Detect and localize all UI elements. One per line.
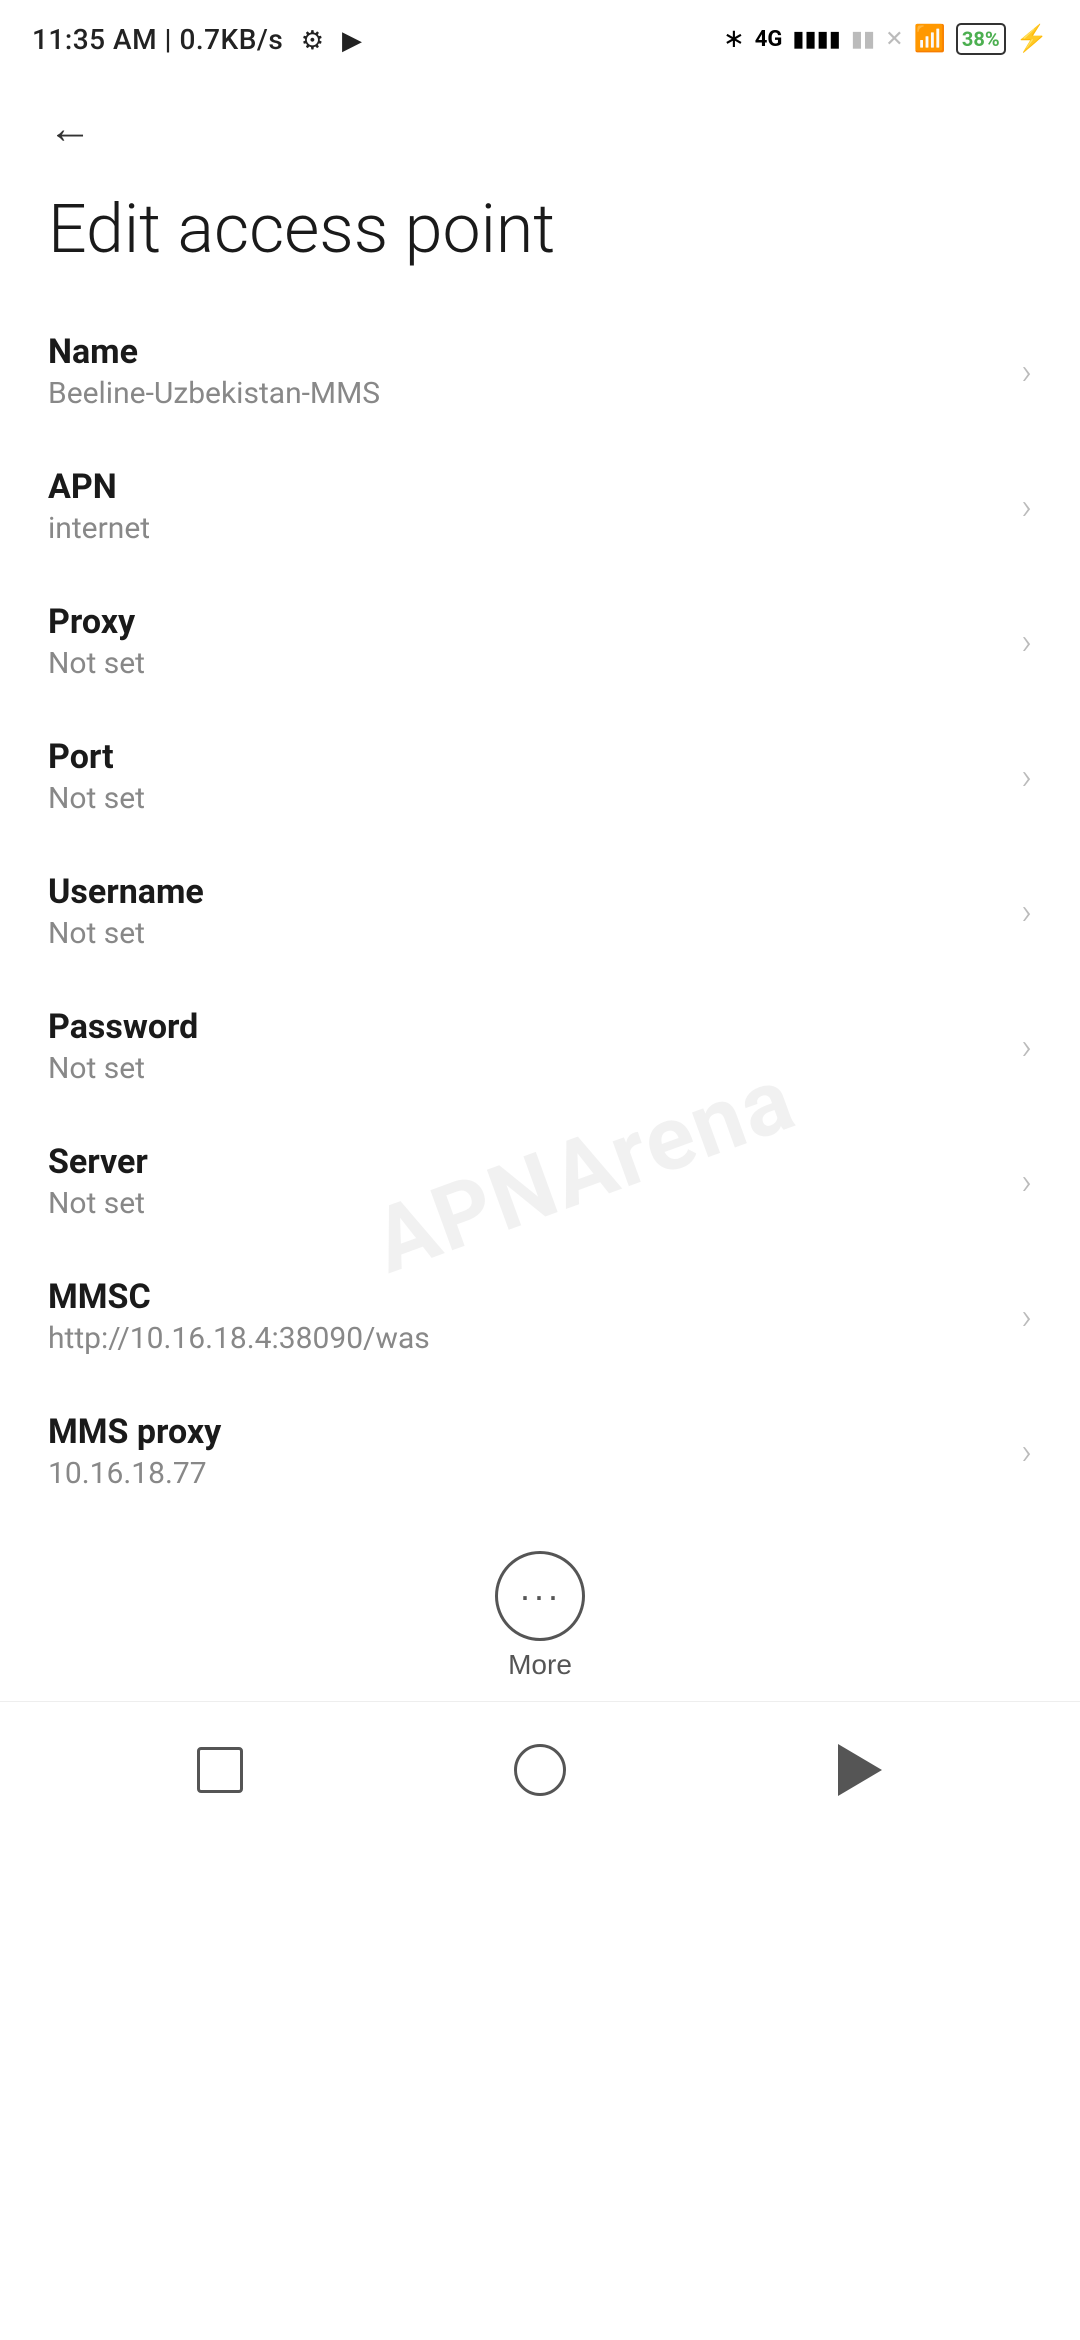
settings-item-mms-proxy[interactable]: MMS proxy 10.16.18.77 › bbox=[0, 1384, 1080, 1519]
settings-item-content: Server Not set bbox=[48, 1142, 1005, 1221]
signal-icon-1: ▮▮▮▮ bbox=[792, 27, 840, 52]
settings-item-content: MMSC http://10.16.18.4:38090/was bbox=[48, 1277, 1005, 1356]
settings-label: Name bbox=[48, 332, 1005, 372]
more-label: More bbox=[508, 1649, 572, 1681]
settings-item-content: Username Not set bbox=[48, 872, 1005, 951]
status-time: 11:35 AM bbox=[32, 23, 157, 56]
settings-value: Beeline-Uzbekistan-MMS bbox=[48, 376, 1005, 411]
recent-apps-button[interactable] bbox=[180, 1730, 260, 1810]
settings-label: Proxy bbox=[48, 602, 1005, 642]
chevron-right-icon: › bbox=[1021, 1296, 1032, 1338]
nav-bar bbox=[0, 1701, 1080, 1838]
settings-value: Not set bbox=[48, 646, 1005, 681]
battery-percent: 38 bbox=[962, 27, 985, 51]
top-nav: ← bbox=[0, 72, 1080, 170]
settings-item-content: Port Not set bbox=[48, 737, 1005, 816]
home-button[interactable] bbox=[500, 1730, 580, 1810]
settings-value: Not set bbox=[48, 1051, 1005, 1086]
settings-label: MMS proxy bbox=[48, 1412, 1005, 1452]
settings-item-content: Name Beeline-Uzbekistan-MMS bbox=[48, 332, 1005, 411]
settings-item-password[interactable]: Password Not set › bbox=[0, 979, 1080, 1114]
status-time-speed: 11:35 AM | 0.7KB/s ⚙ ▶ bbox=[32, 23, 363, 56]
chevron-right-icon: › bbox=[1021, 486, 1032, 528]
status-icons: ∗ 4G ▮▮▮▮ ▮▮ ✕ 📶 38% ⚡ bbox=[723, 23, 1048, 55]
chevron-right-icon: › bbox=[1021, 891, 1032, 933]
settings-item-mmsc[interactable]: MMSC http://10.16.18.4:38090/was › bbox=[0, 1249, 1080, 1384]
chevron-right-icon: › bbox=[1021, 756, 1032, 798]
settings-label: MMSC bbox=[48, 1277, 1005, 1317]
status-separator: | bbox=[165, 23, 180, 56]
network-4g-icon: 4G bbox=[755, 27, 783, 52]
settings-list: Name Beeline-Uzbekistan-MMS › APN intern… bbox=[0, 304, 1080, 1519]
settings-value: 10.16.18.77 bbox=[48, 1456, 1005, 1491]
bottom-action-bar: ··· More bbox=[0, 1519, 1080, 1701]
page-title: Edit access point bbox=[0, 170, 1080, 304]
settings-value: http://10.16.18.4:38090/was bbox=[48, 1321, 1005, 1356]
settings-item-content: Proxy Not set bbox=[48, 602, 1005, 681]
settings-value: Not set bbox=[48, 916, 1005, 951]
settings-value: Not set bbox=[48, 781, 1005, 816]
chevron-right-icon: › bbox=[1021, 1161, 1032, 1203]
settings-item-content: APN internet bbox=[48, 467, 1005, 546]
status-speed: 0.7KB/s bbox=[179, 23, 283, 56]
settings-item-apn[interactable]: APN internet › bbox=[0, 439, 1080, 574]
charging-icon: ⚡ bbox=[1016, 24, 1048, 54]
recent-apps-icon bbox=[197, 1747, 243, 1793]
settings-item-port[interactable]: Port Not set › bbox=[0, 709, 1080, 844]
chevron-right-icon: › bbox=[1021, 351, 1032, 393]
home-icon bbox=[514, 1744, 566, 1796]
settings-value: Not set bbox=[48, 1186, 1005, 1221]
back-arrow-icon: ← bbox=[48, 104, 92, 154]
settings-item-proxy[interactable]: Proxy Not set › bbox=[0, 574, 1080, 709]
settings-item-content: MMS proxy 10.16.18.77 bbox=[48, 1412, 1005, 1491]
settings-label: APN bbox=[48, 467, 1005, 507]
settings-item-server[interactable]: Server Not set › bbox=[0, 1114, 1080, 1249]
signal-icon-2: ▮▮ bbox=[851, 27, 875, 52]
back-nav-button[interactable] bbox=[820, 1730, 900, 1810]
more-dots-icon: ··· bbox=[495, 1551, 585, 1641]
no-signal-icon: ✕ bbox=[885, 27, 903, 52]
more-button[interactable]: ··· More bbox=[495, 1551, 585, 1681]
status-bar: 11:35 AM | 0.7KB/s ⚙ ▶ ∗ 4G ▮▮▮▮ ▮▮ ✕ 📶 … bbox=[0, 0, 1080, 72]
settings-label: Password bbox=[48, 1007, 1005, 1047]
settings-value: internet bbox=[48, 511, 1005, 546]
wifi-icon: 📶 bbox=[914, 24, 946, 54]
settings-label: Username bbox=[48, 872, 1005, 912]
settings-label: Server bbox=[48, 1142, 1005, 1182]
chevron-right-icon: › bbox=[1021, 621, 1032, 663]
settings-item-username[interactable]: Username Not set › bbox=[0, 844, 1080, 979]
bluetooth-icon: ∗ bbox=[723, 24, 745, 54]
settings-label: Port bbox=[48, 737, 1005, 777]
chevron-right-icon: › bbox=[1021, 1026, 1032, 1068]
settings-icon: ⚙ bbox=[301, 26, 325, 56]
back-button[interactable]: ← bbox=[40, 96, 100, 162]
chevron-right-icon: › bbox=[1021, 1431, 1032, 1473]
video-icon: ▶ bbox=[342, 26, 363, 56]
back-nav-icon bbox=[838, 1744, 882, 1796]
settings-item-name[interactable]: Name Beeline-Uzbekistan-MMS › bbox=[0, 304, 1080, 439]
battery-icon: 38% bbox=[956, 23, 1006, 55]
settings-item-content: Password Not set bbox=[48, 1007, 1005, 1086]
